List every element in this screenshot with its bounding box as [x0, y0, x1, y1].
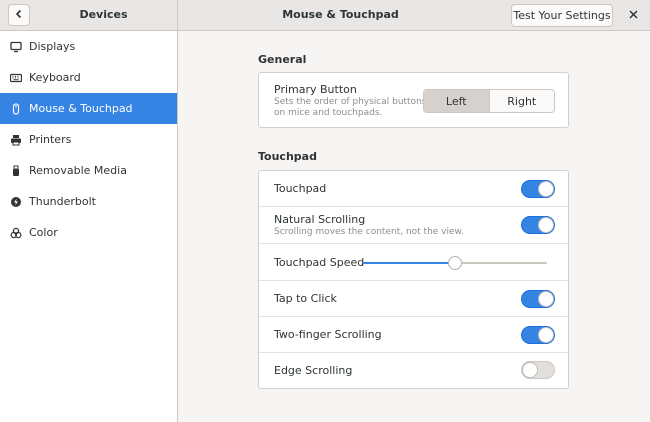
touchpad-speed-slider[interactable]	[363, 256, 547, 270]
sidebar-item-thunderbolt[interactable]: Thunderbolt	[0, 186, 177, 217]
two-finger-scrolling-label: Two-finger Scrolling	[274, 328, 382, 341]
sidebar-item-label: Printers	[29, 133, 72, 146]
close-button[interactable]	[624, 6, 642, 24]
touchpad-frame: Touchpad Natural Scrolling Scrolling mov…	[258, 170, 569, 389]
tap-to-click-label: Tap to Click	[274, 292, 337, 305]
slider-handle[interactable]	[448, 256, 462, 270]
printer-icon	[10, 134, 22, 146]
sidebar-item-label: Thunderbolt	[29, 195, 96, 208]
edge-scrolling-switch[interactable]	[521, 361, 555, 379]
switch-knob	[538, 181, 554, 197]
main-panel: General Primary Button Sets the order of…	[179, 31, 650, 422]
primary-button-description-1: Sets the order of physical buttons	[274, 97, 427, 107]
touchpad-label: Touchpad	[274, 182, 327, 195]
touchpad-row: Touchpad	[259, 171, 568, 207]
mouse-icon	[10, 102, 22, 115]
natural-scrolling-label: Natural Scrolling	[274, 213, 366, 226]
sidebar-item-printers[interactable]: Printers	[0, 124, 177, 155]
primary-left-button[interactable]: Left	[424, 90, 489, 112]
primary-button-description-2: on mice and touchpads.	[274, 108, 383, 118]
edge-scrolling-label: Edge Scrolling	[274, 364, 353, 377]
display-icon	[10, 41, 22, 53]
primary-button-row: Primary Button Sets the order of physica…	[259, 73, 568, 127]
color-icon	[10, 227, 22, 239]
switch-knob	[522, 362, 538, 378]
tap-to-click-switch[interactable]	[521, 290, 555, 308]
sidebar-item-color[interactable]: Color	[0, 217, 177, 248]
slider-fill	[363, 262, 455, 264]
page-title: Mouse & Touchpad	[282, 8, 399, 21]
primary-button-label: Primary Button	[274, 83, 357, 96]
chevron-left-icon	[14, 9, 24, 22]
sidebar-item-label: Mouse & Touchpad	[29, 102, 133, 115]
test-settings-button[interactable]: Test Your Settings	[511, 4, 613, 27]
switch-knob	[538, 327, 554, 343]
sidebar-item-mouse-touchpad[interactable]: Mouse & Touchpad	[0, 93, 177, 124]
sidebar-title: Devices	[79, 8, 128, 21]
sidebar-item-label: Removable Media	[29, 164, 127, 177]
sidebar-item-label: Color	[29, 226, 58, 239]
sidebar-item-displays[interactable]: Displays	[0, 31, 177, 62]
primary-button-selector: Left Right	[423, 89, 555, 113]
switch-knob	[538, 291, 554, 307]
sidebar-item-label: Keyboard	[29, 71, 81, 84]
primary-right-button[interactable]: Right	[488, 90, 554, 112]
natural-scrolling-switch[interactable]	[521, 216, 555, 234]
keyboard-icon	[10, 72, 22, 84]
general-frame: Primary Button Sets the order of physica…	[258, 72, 569, 128]
touchpad-section-title: Touchpad	[258, 150, 317, 163]
touchpad-switch[interactable]	[521, 180, 555, 198]
two-finger-scrolling-switch[interactable]	[521, 326, 555, 344]
touchpad-speed-row: Touchpad Speed	[259, 244, 568, 281]
two-finger-scrolling-row: Two-finger Scrolling	[259, 317, 568, 353]
edge-scrolling-row: Edge Scrolling	[259, 353, 568, 388]
header-bar: Devices Mouse & Touchpad Test Your Setti…	[0, 0, 650, 31]
thunderbolt-icon	[10, 196, 22, 208]
natural-scrolling-row: Natural Scrolling Scrolling moves the co…	[259, 207, 568, 244]
close-icon	[628, 9, 638, 22]
sidebar-item-label: Displays	[29, 40, 76, 53]
tap-to-click-row: Tap to Click	[259, 281, 568, 317]
back-button[interactable]	[8, 4, 30, 26]
general-section-title: General	[258, 53, 307, 66]
usb-icon	[10, 165, 22, 177]
sidebar-item-keyboard[interactable]: Keyboard	[0, 62, 177, 93]
sidebar-item-removable-media[interactable]: Removable Media	[0, 155, 177, 186]
touchpad-speed-label: Touchpad Speed	[274, 256, 365, 269]
sidebar-header: Devices	[0, 0, 178, 30]
natural-scrolling-description: Scrolling moves the content, not the vie…	[274, 227, 464, 237]
switch-knob	[538, 217, 554, 233]
sidebar: Displays Keyboard Mouse & Touchpad Print…	[0, 31, 178, 422]
